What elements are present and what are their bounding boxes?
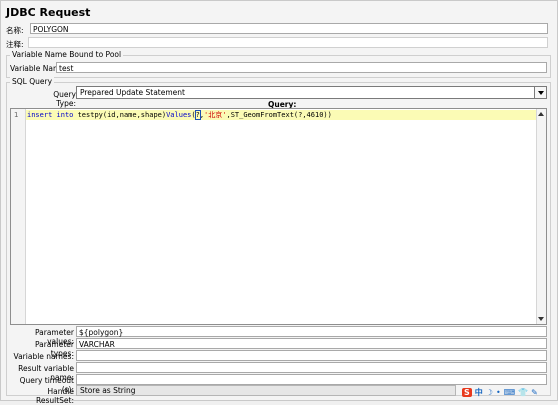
moon-icon[interactable]: ☽ bbox=[486, 388, 493, 397]
chevron-down-icon bbox=[537, 90, 544, 95]
sql-keyword: into bbox=[56, 111, 74, 119]
comment-label: 注释: bbox=[6, 40, 24, 49]
parameter-values-field[interactable]: ${polygon} bbox=[76, 326, 547, 337]
name-field[interactable]: POLYGON bbox=[30, 23, 548, 34]
variable-name-field[interactable]: test bbox=[56, 62, 547, 73]
punctuation-icon[interactable]: • bbox=[496, 388, 501, 397]
query-type-label: Query Type: bbox=[53, 90, 76, 108]
sql-text: ,ST_GeomFromText(?,4610)) bbox=[226, 111, 332, 119]
handle-resultset-value: Store as String bbox=[80, 386, 136, 395]
result-variable-name-field[interactable] bbox=[76, 362, 547, 373]
line-number-gutter: 1 bbox=[11, 109, 26, 324]
query-timeout-field[interactable] bbox=[76, 374, 547, 385]
sql-keyword: insert bbox=[27, 111, 53, 119]
sql-string: '北京' bbox=[204, 111, 227, 119]
handle-resultset-select[interactable]: Store as String bbox=[76, 385, 456, 396]
panel-title: JDBC Request bbox=[6, 6, 91, 19]
line-number: 1 bbox=[14, 111, 19, 119]
keyboard-icon[interactable]: ⌨ bbox=[504, 388, 516, 397]
editor-scrollbar[interactable] bbox=[536, 109, 546, 324]
query-type-dropdown-button[interactable] bbox=[534, 87, 546, 98]
scroll-up-icon[interactable] bbox=[538, 112, 544, 116]
tools-icon[interactable]: ✎ bbox=[531, 388, 538, 397]
sql-keyword: Values bbox=[166, 111, 192, 119]
sql-text: testpy(id,name,shape) bbox=[73, 111, 167, 119]
handle-resultset-label: Handle ResultSet: bbox=[35, 387, 74, 405]
code-line[interactable]: insert into testpy(id,name,shape)Values(… bbox=[26, 110, 536, 120]
sql-editor[interactable]: 1 insert into testpy(id,name,shape)Value… bbox=[10, 108, 547, 325]
skin-icon[interactable]: 👕 bbox=[518, 388, 528, 397]
pool-group-title: Variable Name Bound to Pool bbox=[10, 50, 124, 59]
sogou-logo-icon[interactable]: S bbox=[462, 388, 472, 397]
name-label: 名称: bbox=[6, 26, 24, 35]
variable-names-field[interactable] bbox=[76, 350, 547, 361]
ime-toolbar[interactable]: S 中 ☽ • ⌨ 👕 ✎ bbox=[462, 388, 538, 397]
sql-query-group-title: SQL Query bbox=[10, 77, 55, 86]
parameter-types-field[interactable]: VARCHAR bbox=[76, 338, 547, 349]
query-type-value: Prepared Update Statement bbox=[80, 88, 185, 97]
scroll-down-icon[interactable] bbox=[538, 317, 544, 321]
comment-field[interactable] bbox=[28, 37, 548, 48]
variable-names-label: Variable names: bbox=[13, 352, 74, 361]
chinese-mode-icon[interactable]: 中 bbox=[475, 388, 483, 397]
query-type-select[interactable]: Prepared Update Statement bbox=[76, 86, 547, 99]
